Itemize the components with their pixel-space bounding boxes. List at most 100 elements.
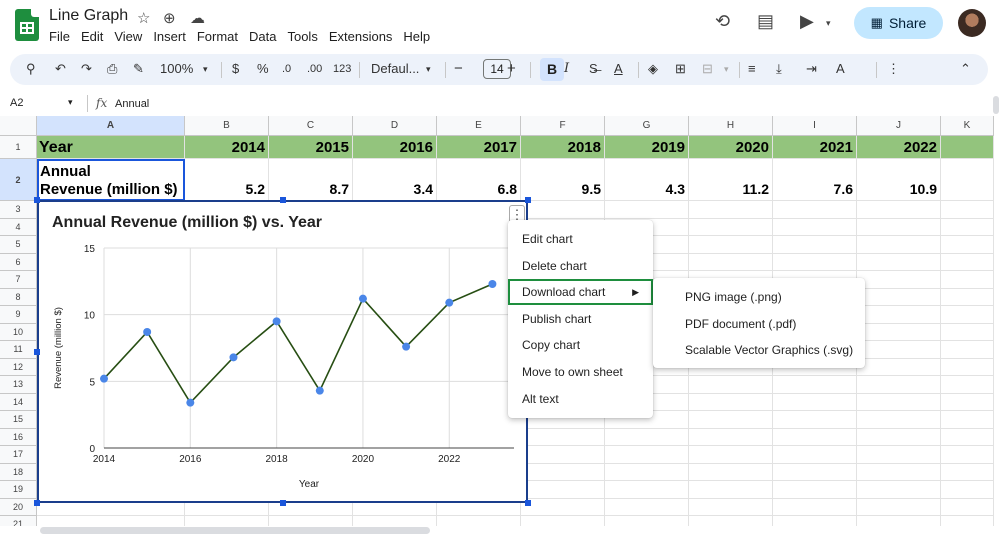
resize-handle[interactable] — [525, 197, 531, 203]
row-header-9[interactable]: 9 — [0, 306, 37, 324]
year-cell[interactable]: 2014 — [185, 136, 269, 159]
year-cell[interactable]: 2022 — [857, 136, 941, 159]
grid-cell[interactable] — [689, 498, 773, 516]
decrease-font-size-button[interactable]: − — [454, 60, 463, 78]
grid-cell[interactable] — [857, 498, 941, 516]
grid-cell[interactable] — [521, 463, 605, 481]
strikethrough-icon[interactable]: S̶ — [589, 60, 598, 78]
column-header-f[interactable]: F — [521, 116, 605, 136]
row-header-10[interactable]: 10 — [0, 323, 37, 341]
column-header-k[interactable]: K — [941, 116, 994, 136]
revenue-cell[interactable]: 4.3 — [605, 159, 689, 201]
resize-handle[interactable] — [525, 500, 531, 506]
menu-item-delete-chart[interactable]: Delete chart — [508, 253, 653, 279]
more-formats-button[interactable]: 123 — [333, 60, 351, 78]
grid-cell[interactable] — [773, 481, 857, 499]
grid-cell[interactable] — [773, 393, 857, 411]
grid-cell[interactable] — [605, 516, 689, 526]
grid-cell[interactable] — [857, 358, 941, 376]
grid-cell[interactable] — [689, 376, 773, 394]
revenue-cell[interactable]: 11.2 — [689, 159, 773, 201]
resize-handle[interactable] — [34, 197, 40, 203]
share-button[interactable]: ▦ Share — [854, 7, 943, 39]
grid-cell[interactable] — [941, 271, 994, 289]
menu-item-download-chart[interactable]: Download chart ▶ — [508, 279, 653, 306]
grid-cell[interactable] — [605, 428, 689, 446]
grid-cell[interactable] — [941, 498, 994, 516]
collapse-toolbar-icon[interactable]: ⌃ — [960, 60, 971, 78]
grid-cell[interactable] — [773, 463, 857, 481]
bold-button[interactable]: B — [540, 58, 564, 81]
cloud-saved-icon[interactable]: ☁ — [190, 9, 205, 27]
row-header-11[interactable]: 11 — [0, 341, 37, 359]
grid-cell[interactable] — [521, 428, 605, 446]
menu-item-copy-chart[interactable]: Copy chart — [508, 332, 653, 358]
year-cell[interactable]: 2021 — [773, 136, 857, 159]
grid-cell[interactable] — [941, 306, 994, 324]
submenu-item-0[interactable]: PNG image (.png) — [653, 284, 865, 310]
menu-extensions[interactable]: Extensions — [329, 29, 393, 44]
revenue-cell[interactable]: 9.5 — [521, 159, 605, 201]
menu-insert[interactable]: Insert — [153, 29, 186, 44]
grid-cell[interactable] — [689, 446, 773, 464]
grid-cell[interactable] — [941, 446, 994, 464]
grid-cell[interactable] — [857, 463, 941, 481]
grid-cell[interactable] — [689, 201, 773, 219]
row-header-1[interactable]: 1 — [0, 136, 37, 159]
zoom-select[interactable]: 100% — [160, 60, 193, 78]
grid-cell[interactable] — [857, 288, 941, 306]
column-header-d[interactable]: D — [353, 116, 437, 136]
resize-handle[interactable] — [34, 349, 40, 355]
row-header-3[interactable]: 3 — [0, 201, 37, 219]
grid-cell[interactable] — [857, 253, 941, 271]
grid-cell[interactable] — [941, 341, 994, 359]
menu-view[interactable]: View — [114, 29, 142, 44]
horizontal-scrollbar[interactable] — [40, 527, 430, 534]
text-color-icon[interactable]: A — [614, 60, 623, 78]
fill-color-icon[interactable]: ◈ — [648, 60, 658, 78]
horizontal-align-icon[interactable]: ≡ — [748, 60, 756, 78]
row-header-15[interactable]: 15 — [0, 411, 37, 429]
grid-cell[interactable] — [941, 428, 994, 446]
embedded-chart[interactable]: Annual Revenue (million $) vs. Year ⋮ 05… — [37, 200, 528, 503]
row-header-5[interactable]: 5 — [0, 236, 37, 254]
increase-font-size-button[interactable]: + — [507, 60, 516, 78]
row-header-4[interactable]: 4 — [0, 218, 37, 236]
submenu-item-2[interactable]: Scalable Vector Graphics (.svg) — [653, 337, 865, 363]
grid-cell[interactable] — [857, 516, 941, 526]
column-header-i[interactable]: I — [773, 116, 857, 136]
avatar[interactable] — [958, 9, 986, 37]
merge-dropdown-icon[interactable]: ▾ — [724, 60, 729, 78]
star-icon[interactable]: ☆ — [137, 9, 150, 27]
grid-cell[interactable] — [857, 271, 941, 289]
grid-cell[interactable] — [605, 446, 689, 464]
grid-cell[interactable] — [773, 253, 857, 271]
grid-cell[interactable] — [773, 446, 857, 464]
revenue-cell[interactable]: 3.4 — [353, 159, 437, 201]
grid-cell[interactable] — [857, 201, 941, 219]
row-header-8[interactable]: 8 — [0, 288, 37, 306]
grid-cell[interactable] — [941, 253, 994, 271]
menu-tools[interactable]: Tools — [287, 29, 317, 44]
grid-cell[interactable] — [353, 516, 437, 526]
menu-edit[interactable]: Edit — [81, 29, 103, 44]
column-header-b[interactable]: B — [185, 116, 269, 136]
meet-icon[interactable]: ▶ — [800, 11, 814, 32]
grid-cell[interactable] — [521, 201, 605, 219]
italic-button[interactable]: I — [564, 60, 569, 78]
font-dropdown-icon[interactable]: ▾ — [426, 60, 431, 78]
name-box-dropdown-icon[interactable]: ▾ — [68, 97, 73, 108]
row-header-18[interactable]: 18 — [0, 463, 37, 481]
undo-icon[interactable]: ↶ — [55, 60, 66, 78]
grid-cell[interactable] — [857, 393, 941, 411]
row-header-17[interactable]: 17 — [0, 446, 37, 464]
grid-cell[interactable] — [605, 201, 689, 219]
comments-icon[interactable]: ▤ — [757, 11, 774, 32]
grid-cell[interactable] — [857, 306, 941, 324]
revenue-cell[interactable]: 5.2 — [185, 159, 269, 201]
grid-cell[interactable] — [941, 376, 994, 394]
more-options-icon[interactable]: ⋮ — [887, 60, 900, 78]
grid-cell[interactable] — [941, 201, 994, 219]
select-all-corner[interactable] — [0, 116, 37, 136]
version-history-icon[interactable]: ⟲ — [715, 11, 730, 32]
